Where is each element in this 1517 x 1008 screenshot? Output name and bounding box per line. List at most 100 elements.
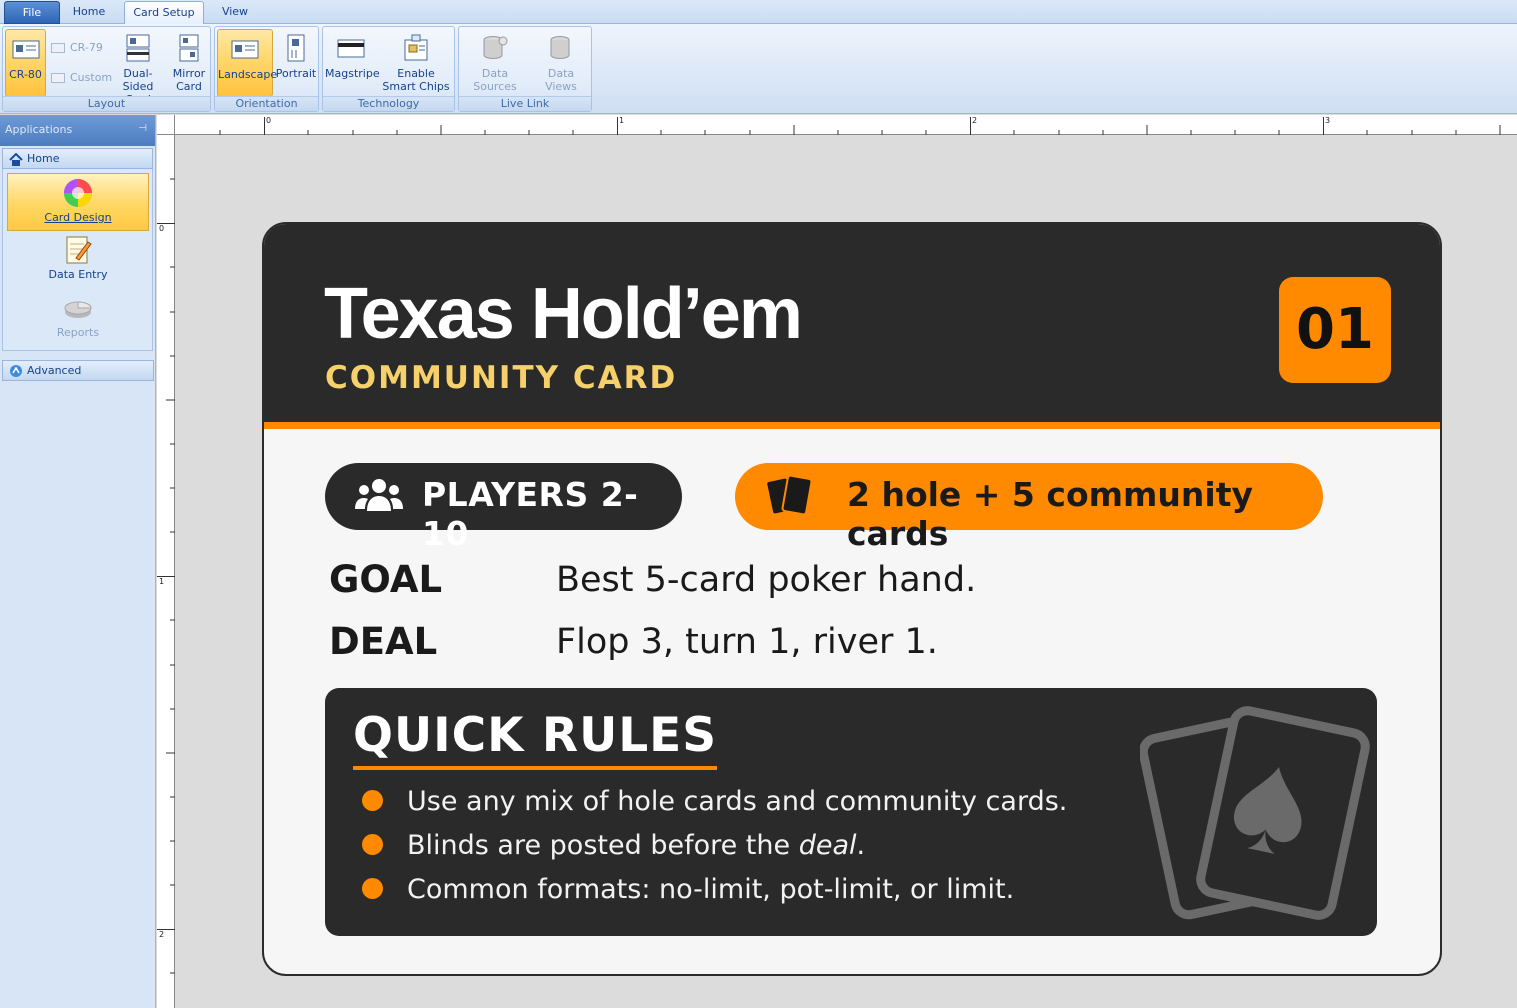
database-icon [550, 36, 570, 59]
portrait-label: Portrait [275, 67, 317, 80]
players-text: PLAYERS 2-10 [422, 475, 639, 553]
dual-sided-label-1: Dual-Sided [122, 67, 154, 93]
rule-text: Common formats: no-limit, pot-limit, or … [407, 874, 1015, 905]
mirror-card-button[interactable]: Mirror Card [169, 29, 209, 97]
cards-pill[interactable]: 2 hole + 5 community cards [735, 463, 1323, 553]
home-label: Home [27, 152, 60, 165]
portrait-icon [287, 34, 305, 62]
dual-sided-icon [126, 34, 150, 62]
vertical-ruler: 0 1 2 [157, 135, 175, 1008]
rule-text-end: . [856, 830, 866, 861]
advanced-section-header[interactable]: Advanced [2, 360, 154, 381]
ruler-number: 1 [619, 116, 625, 125]
ruler-number: 2 [972, 116, 978, 125]
technology-group-label: Technology [323, 96, 454, 111]
cards-text: 2 hole + 5 community cards [847, 475, 1253, 553]
landscape-label: Landscape [218, 68, 278, 81]
mirror-label-2: Card [176, 80, 202, 93]
playing-cards-icon [765, 474, 813, 516]
people-group-icon [355, 479, 403, 511]
ruler-number: 0 [159, 224, 165, 233]
data-entry-label: Data Entry [48, 268, 108, 281]
magstripe-button[interactable]: Magstripe [325, 29, 380, 97]
rule-text: Use any mix of hole cards and community … [407, 786, 1068, 817]
dual-sided-card-button[interactable]: Dual-Sided Card [111, 29, 165, 106]
card-header: Texas Hold’em COMMUNITY CARD 01 [264, 224, 1440, 429]
rule-item[interactable]: Common formats: no-limit, pot-limit, or … [362, 874, 1014, 905]
mirror-label-1: Mirror [172, 67, 206, 80]
ribbon: CR-80 CR-79 Custom Dual-Sided Card Mirro… [0, 24, 1517, 114]
card-title[interactable]: Texas Hold’em [324, 274, 803, 354]
deal-label[interactable]: DEAL [329, 620, 437, 663]
cr79-button[interactable]: CR-79 [51, 39, 103, 57]
live-link-group-label: Live Link [459, 96, 591, 111]
custom-size-button[interactable]: Custom [51, 69, 112, 87]
custom-label: Custom [70, 71, 113, 84]
notepad-pencil-icon [66, 236, 92, 264]
card-design-label: Card Design [44, 211, 112, 224]
color-wheel-icon [64, 179, 92, 207]
landscape-icon [231, 40, 259, 59]
rule-item[interactable]: Use any mix of hole cards and community … [362, 786, 1067, 817]
ruler-number: 3 [1325, 116, 1331, 125]
rule-text-italic: deal [798, 830, 857, 861]
players-pill[interactable]: PLAYERS 2-10 [325, 463, 682, 553]
card-subtitle[interactable]: COMMUNITY CARD [325, 360, 677, 396]
card-design[interactable]: Texas Hold’em COMMUNITY CARD 01 PLAYERS … [262, 222, 1442, 976]
tab-file[interactable]: File [4, 1, 60, 24]
smart-chips-label-2: Smart Chips [382, 80, 450, 93]
data-sources-label: Data Sources [473, 67, 517, 93]
nav-card-design[interactable]: Card Design [7, 173, 149, 231]
goal-value[interactable]: Best 5-card poker hand. [556, 560, 976, 600]
data-views-button[interactable]: Data Views ▾ [531, 29, 591, 106]
cr79-label: CR-79 [70, 41, 103, 54]
reports-label: Reports [56, 326, 100, 339]
cr80-label: CR-80 [9, 68, 42, 81]
goal-label[interactable]: GOAL [329, 558, 442, 601]
rule-text: Blinds are posted before the [407, 830, 799, 861]
tab-home[interactable]: Home [62, 1, 116, 24]
portrait-button[interactable]: Portrait [275, 29, 317, 97]
pin-icon[interactable]: ⊣ [138, 123, 147, 134]
smart-chip-icon [404, 34, 428, 61]
card-number-badge[interactable]: 01 [1279, 277, 1391, 383]
magstripe-label: Magstripe [325, 67, 380, 80]
horizontal-ruler-ticks [219, 117, 1501, 135]
data-sources-button[interactable]: Data Sources ▾ [461, 29, 529, 106]
smart-chips-label-1: Enable [397, 67, 435, 80]
bullet-dot-icon [362, 834, 383, 855]
card-size-small-icon [51, 73, 65, 83]
horizontal-ruler: 0 1 2 3 [175, 115, 1517, 135]
bullet-dot-icon [362, 790, 383, 811]
ruler-number: 2 [159, 930, 165, 939]
data-views-label: Data Views [545, 67, 577, 93]
orientation-group-label: Orientation [215, 96, 318, 111]
tab-view[interactable]: View [206, 1, 264, 24]
magstripe-icon [337, 39, 365, 58]
cr80-button[interactable]: CR-80 [5, 29, 46, 97]
live-link-group: Data Sources ▾ Data Views ▾ Live Link [458, 26, 592, 112]
cards-spade-watermark-icon [1140, 706, 1370, 920]
ruler-number: 1 [159, 577, 165, 586]
enable-smart-chips-button[interactable]: Enable Smart Chips ▾ [379, 29, 453, 106]
home-section-header[interactable]: Home [2, 148, 153, 169]
deal-value[interactable]: Flop 3, turn 1, river 1. [556, 622, 938, 662]
tab-card-setup[interactable]: Card Setup [124, 1, 204, 25]
advanced-icon [10, 365, 22, 377]
database-gear-icon [483, 36, 508, 59]
nav-reports[interactable]: Reports [7, 289, 149, 347]
technology-group: Magstripe Enable Smart Chips ▾ Technolog… [322, 26, 455, 112]
ribbon-tab-bar: File Home Card Setup View [0, 0, 1517, 25]
quick-rules-title: QUICK RULES [353, 708, 718, 770]
mirror-card-icon [179, 34, 199, 62]
quick-rules-box[interactable]: QUICK RULES Use any mix of hole cards an… [325, 688, 1377, 936]
card-size-small-icon [51, 43, 65, 53]
layout-group-label: Layout [3, 96, 210, 111]
vertical-ruler-ticks [157, 178, 175, 974]
nav-data-entry[interactable]: Data Entry [7, 231, 149, 289]
ruler-number: 0 [266, 116, 272, 125]
orientation-group: Landscape Portrait Orientation [214, 26, 319, 112]
rule-item[interactable]: Blinds are posted before the deal. [362, 830, 865, 861]
card-size-icon [12, 40, 39, 59]
landscape-button[interactable]: Landscape [217, 29, 278, 97]
